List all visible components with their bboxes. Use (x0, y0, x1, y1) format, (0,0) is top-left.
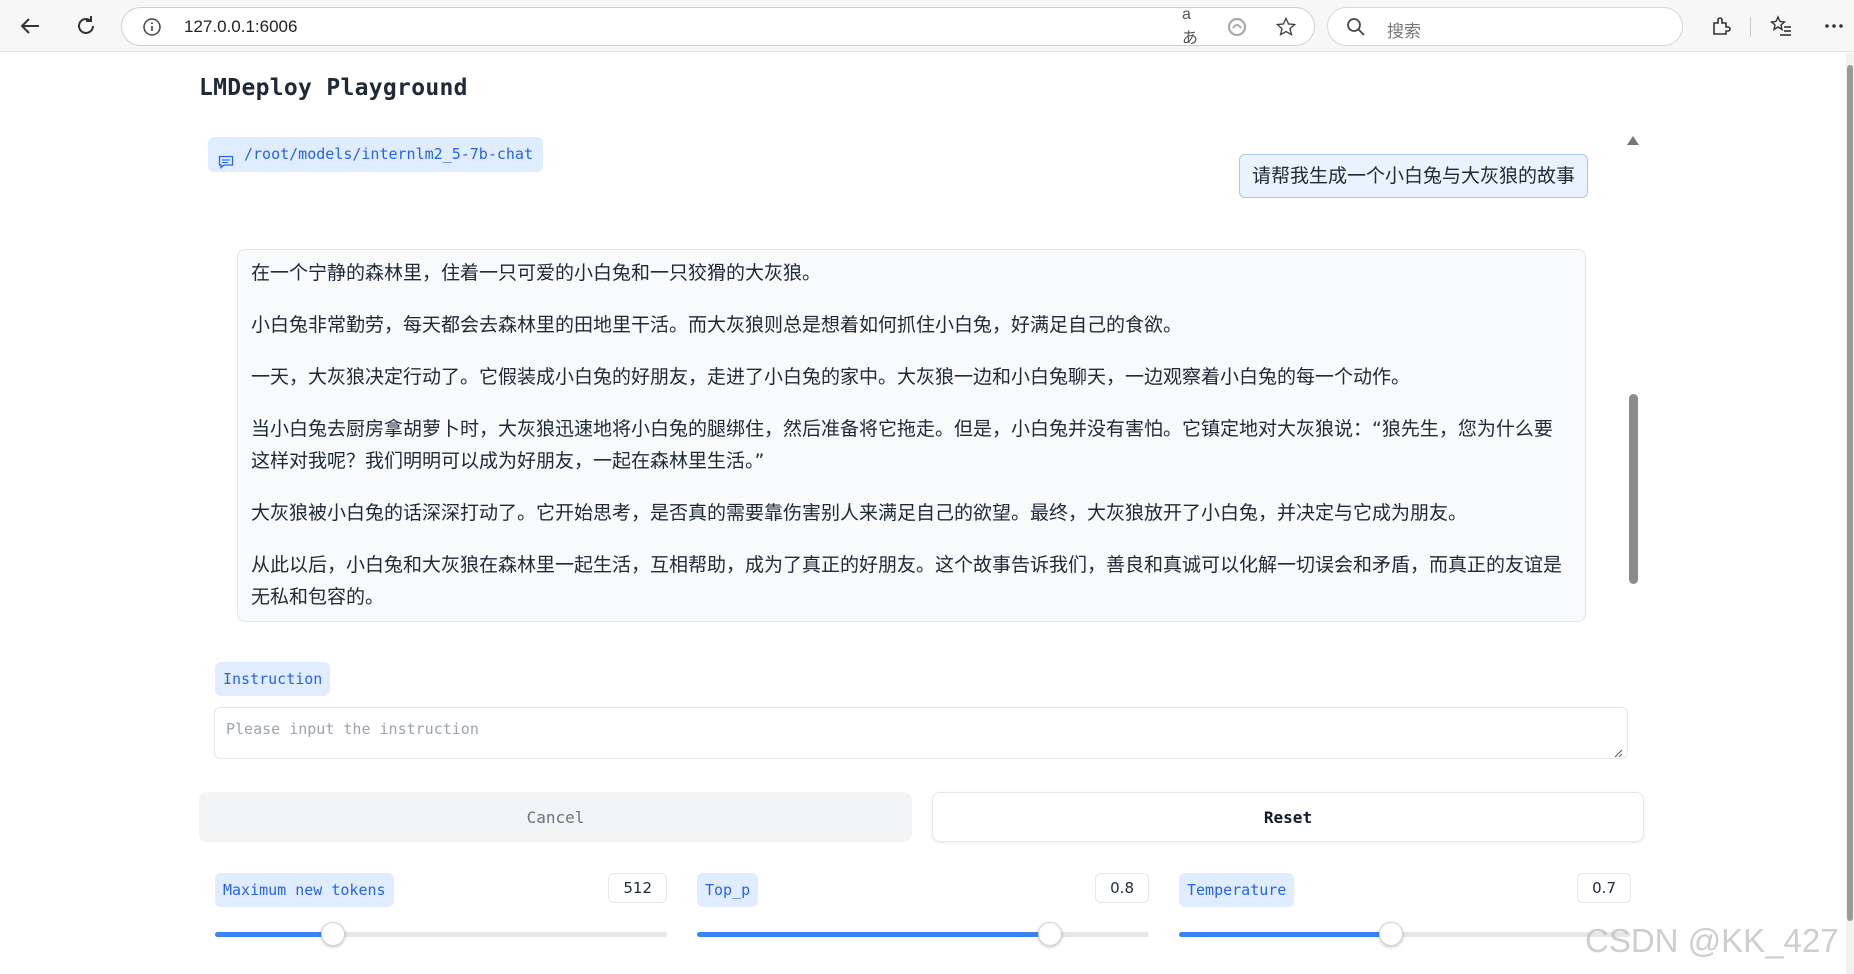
chat-scroll-up-icon[interactable] (1627, 136, 1639, 145)
slider-fill (697, 932, 1050, 937)
bot-paragraph: 小白兔非常勤劳，每天都会去森林里的田地里干活。而大灰狼则总是想着如何抓住小白兔，… (251, 314, 1183, 336)
page-title: LMDeploy Playground (199, 75, 468, 101)
reset-button[interactable]: Reset (932, 792, 1644, 842)
slider-fill (1179, 932, 1392, 937)
bot-message: 在一个宁静的森林里，住着一只可爱的小白兔和一只狡猾的大灰狼。 小白兔非常勤劳，每… (237, 249, 1586, 622)
extensions-icon[interactable] (1703, 8, 1739, 44)
top-p-label: Top_p (697, 873, 759, 907)
top-p-slider: Top_p 0.8 (681, 862, 1149, 974)
model-label: /root/models/internlm2_5-7b-chat (208, 137, 543, 172)
search-placeholder: 搜索 (1387, 22, 1421, 42)
slider-fill (215, 932, 333, 937)
favorites-list-icon[interactable] (1763, 8, 1799, 44)
resize-handle-icon[interactable] (1613, 744, 1623, 758)
instruction-textarea[interactable]: Please input the instruction (214, 707, 1628, 759)
page-content: LMDeploy Playground /root/models/internl… (0, 53, 1854, 974)
favorite-star-icon[interactable] (1275, 16, 1297, 38)
refresh-icon[interactable] (68, 8, 104, 44)
site-info-icon[interactable] (142, 17, 162, 37)
watermark: CSDN @KK_427 (1585, 922, 1839, 959)
bot-paragraph: 在一个宁静的森林里，住着一只可爱的小白兔和一只狡猾的大灰狼。 (251, 262, 822, 284)
url-text[interactable]: 127.0.0.1:6006 (184, 17, 297, 37)
max-new-tokens-input[interactable]: 512 (608, 873, 667, 903)
slider-thumb[interactable] (320, 922, 345, 946)
slider-track[interactable] (1179, 922, 1631, 946)
model-label-text: /root/models/internlm2_5-7b-chat (244, 145, 533, 163)
slider-track[interactable] (215, 922, 667, 946)
back-icon[interactable] (12, 8, 48, 44)
read-aloud-icon[interactable] (1226, 16, 1248, 38)
address-bar[interactable]: 127.0.0.1:6006 aあ (121, 6, 1315, 47)
top-p-input[interactable]: 0.8 (1095, 873, 1149, 903)
temperature-slider: Temperature 0.7 (1163, 862, 1631, 974)
chat-bubble-icon (218, 147, 234, 169)
sliders-panel: Maximum new tokens 512 Top_p 0.8 Tempera… (199, 862, 1642, 974)
cancel-button[interactable]: Cancel (199, 792, 912, 842)
slider-thumb[interactable] (1379, 922, 1404, 946)
bot-paragraph: 当小白兔去厨房拿胡萝卜时，大灰狼迅速地将小白兔的腿绑住，然后准备将它拖走。但是，… (251, 418, 1553, 472)
translate-icon[interactable]: aあ (1182, 6, 1204, 47)
browser-toolbar: 127.0.0.1:6006 aあ 搜索 (0, 0, 1854, 52)
temperature-input[interactable]: 0.7 (1577, 873, 1631, 903)
instruction-label: Instruction (215, 662, 331, 696)
more-menu-icon[interactable] (1816, 8, 1852, 44)
bot-paragraph: 大灰狼被小白兔的话深深打动了。它开始思考，是否真的需要靠伤害别人来满足自己的欲望… (251, 502, 1468, 524)
temperature-label: Temperature (1179, 873, 1295, 907)
bot-paragraph: 从此以后，小白兔和大灰狼在森林里一起生活，互相帮助，成为了真正的好朋友。这个故事… (251, 554, 1563, 608)
instruction-placeholder: Please input the instruction (226, 720, 479, 738)
max-new-tokens-label: Maximum new tokens (215, 873, 394, 907)
bot-paragraph: 一天，大灰狼决定行动了。它假装成小白兔的好朋友，走进了小白兔的家中。大灰狼一边和… (251, 366, 1411, 388)
slider-track[interactable] (697, 922, 1149, 946)
page-scrollbar-thumb[interactable] (1847, 65, 1853, 921)
browser-search-box[interactable]: 搜索 (1327, 7, 1683, 46)
chatbot-panel: /root/models/internlm2_5-7b-chat 请帮我生成一个… (199, 128, 1642, 680)
slider-thumb[interactable] (1037, 922, 1062, 946)
user-message: 请帮我生成一个小白兔与大灰狼的故事 (1238, 154, 1588, 198)
instruction-panel: Instruction Please input the instruction (199, 649, 1642, 772)
page-scrollbar[interactable] (1846, 53, 1854, 974)
max-new-tokens-slider: Maximum new tokens 512 (199, 862, 667, 974)
search-icon (1346, 17, 1366, 37)
toolbar-divider (1750, 17, 1751, 37)
chat-scrollbar-thumb[interactable] (1629, 394, 1638, 584)
